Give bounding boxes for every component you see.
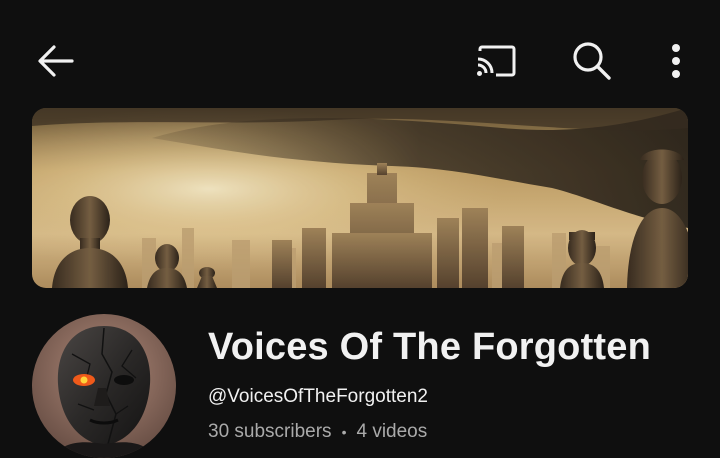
channel-handle: @VoicesOfTheForgotten2 bbox=[208, 386, 428, 407]
top-app-bar bbox=[0, 0, 720, 110]
back-button[interactable] bbox=[28, 38, 84, 84]
banner-image bbox=[32, 108, 688, 288]
more-vertical-icon bbox=[672, 44, 680, 78]
channel-header: Voices Of The Forgotten @VoicesOfTheForg… bbox=[0, 300, 720, 458]
stats-separator: • bbox=[341, 424, 347, 440]
search-icon bbox=[573, 42, 611, 80]
cast-icon bbox=[477, 45, 516, 77]
video-count: 4 videos bbox=[356, 421, 428, 442]
channel-banner bbox=[32, 108, 688, 288]
search-button[interactable] bbox=[566, 36, 618, 86]
more-options-button[interactable] bbox=[656, 38, 696, 84]
subscriber-count: 30 subscribers bbox=[208, 421, 332, 442]
channel-avatar[interactable] bbox=[32, 314, 176, 458]
arrow-left-icon bbox=[38, 45, 74, 77]
avatar-image bbox=[32, 314, 176, 458]
channel-stats: 30 subscribers • 4 videos bbox=[208, 421, 427, 443]
channel-name: Voices Of The Forgotten bbox=[208, 326, 652, 368]
cast-button[interactable] bbox=[470, 38, 522, 84]
